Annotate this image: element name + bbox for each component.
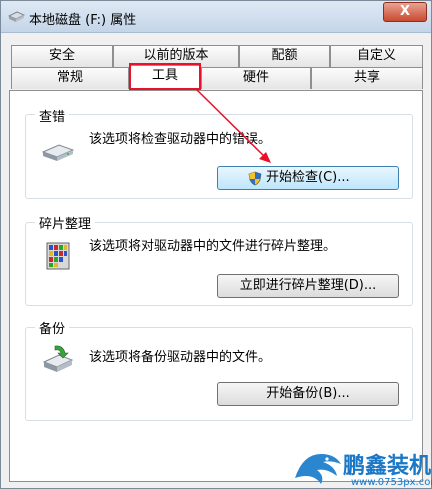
watermark-brand: 鹏鑫装机网	[343, 454, 432, 479]
watermark: 鹏鑫装机网 www.0753px.com	[291, 446, 432, 489]
watermark-url: www.0753px.com	[351, 477, 432, 488]
properties-window: 本地磁盘 (F:) 属性 X 安全 以前的版本 配额 自定义 常规 工具 硬件 …	[0, 0, 432, 489]
annotation-arrow	[195, 88, 271, 163]
dragon-logo-icon	[295, 454, 341, 484]
